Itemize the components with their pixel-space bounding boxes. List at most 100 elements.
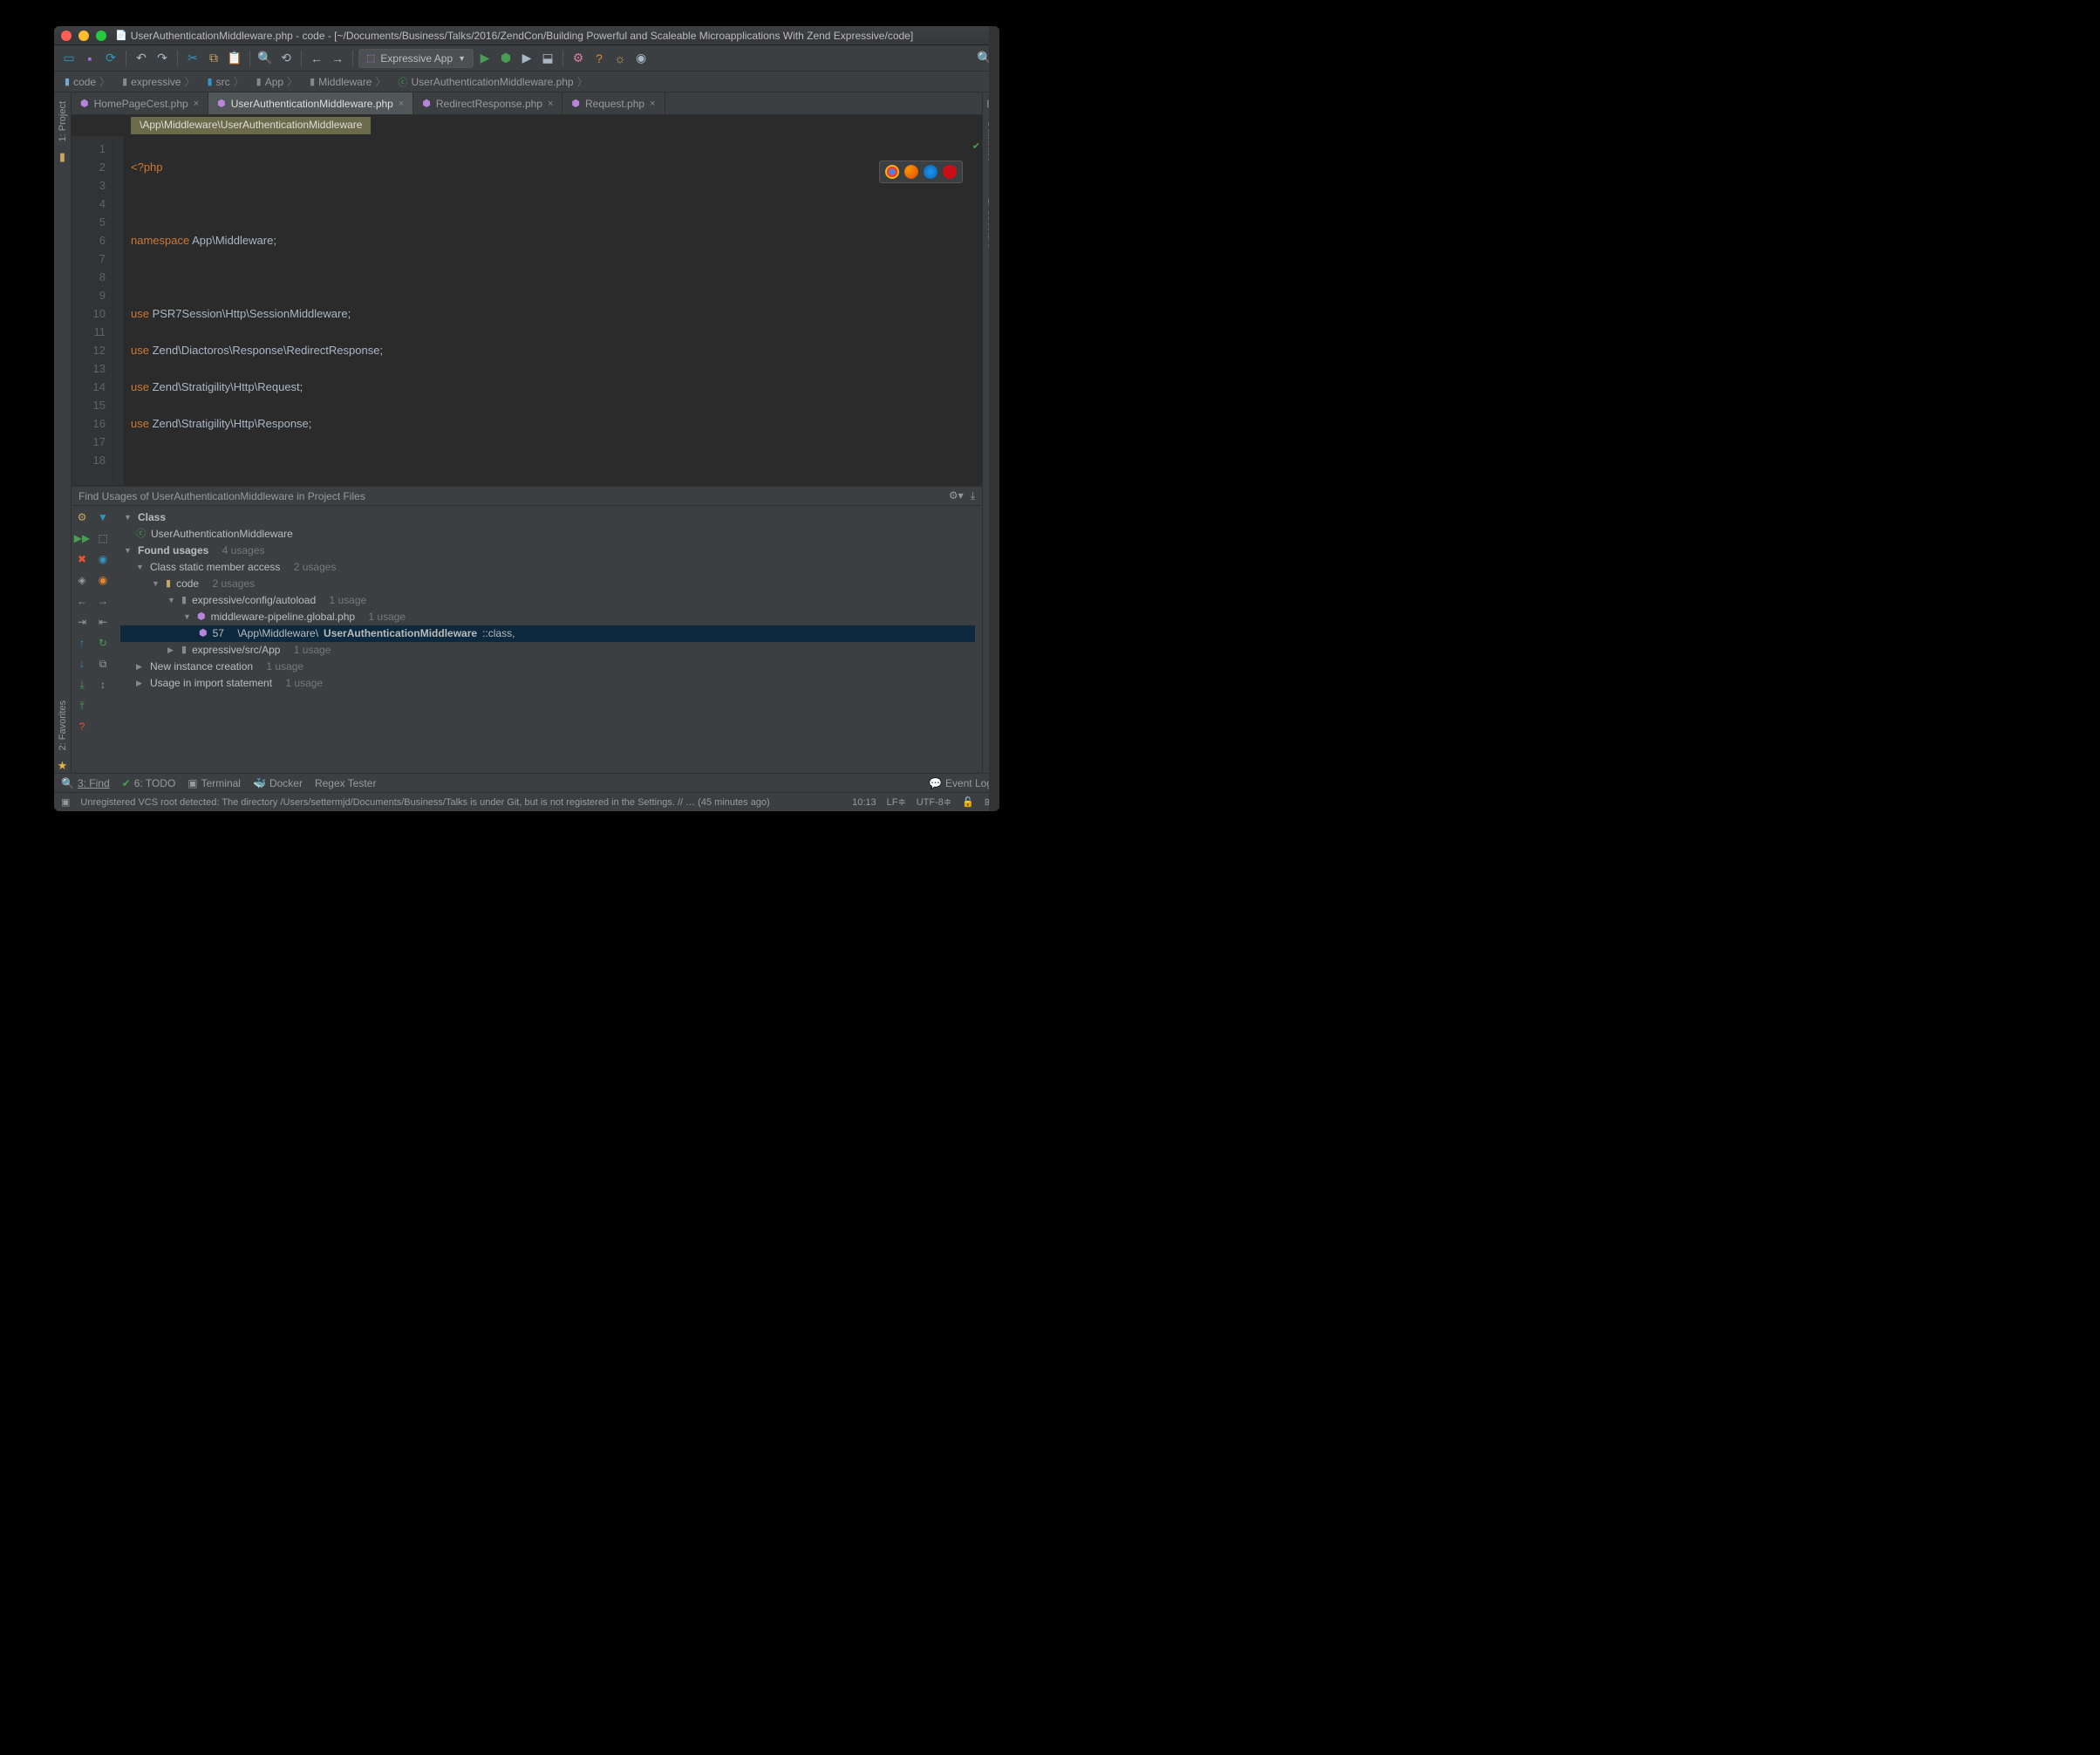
remove-icon[interactable]: ? <box>74 719 90 734</box>
stop-icon[interactable]: ⬓ <box>538 49 557 68</box>
search-everywhere-icon[interactable]: ◉ <box>631 49 651 68</box>
caret-position[interactable]: 10:13 <box>852 797 876 808</box>
next-icon[interactable]: → <box>95 593 111 609</box>
help-icon[interactable]: ? <box>590 49 609 68</box>
tree-usage-line[interactable]: ⬢57 \App\Middleware\UserAuthenticationMi… <box>120 625 975 642</box>
close-icon[interactable]: × <box>548 99 553 109</box>
group-icon[interactable]: ⬚ <box>95 530 111 546</box>
breadcrumb-expressive[interactable]: ▮expressive〉 <box>117 72 200 91</box>
usages-tree[interactable]: ▼Class ⓒUserAuthenticationMiddleware ▼Fo… <box>113 506 982 773</box>
project-tab[interactable]: 1: Project <box>56 96 70 147</box>
readonly-icon[interactable]: 🔓 <box>962 796 974 808</box>
sync-icon[interactable]: ⟳ <box>101 49 120 68</box>
favorites-tab[interactable]: 2: Favorites <box>56 695 70 755</box>
save-icon[interactable]: ▪ <box>80 49 99 68</box>
breadcrumb-app[interactable]: ▮App〉 <box>251 72 303 91</box>
listen-icon[interactable]: ☼ <box>610 49 630 68</box>
rerun-icon[interactable]: ▶▶ <box>74 530 90 546</box>
eventlog-tab[interactable]: 💬Event Log <box>929 777 992 789</box>
collapse-icon[interactable]: ⇤ <box>95 614 111 630</box>
settings-icon[interactable]: ⚙ <box>74 509 90 525</box>
encoding[interactable]: UTF-8≑ <box>917 796 951 808</box>
gear-icon[interactable]: ⚙▾ <box>949 489 964 502</box>
tree-class[interactable]: ▼Class <box>120 509 975 526</box>
marker-bar[interactable] <box>989 26 999 811</box>
tab-homepage[interactable]: ⬢HomePageCest.php× <box>72 92 208 114</box>
terminal-tab[interactable]: ▣Terminal <box>188 777 241 789</box>
breadcrumb-file[interactable]: ⓒUserAuthenticationMiddleware.php〉 <box>393 72 593 91</box>
expand-icon[interactable]: ⇥ <box>74 614 90 630</box>
tree-imp[interactable]: ▶Usage in import statement 1 usage <box>120 675 975 692</box>
debug-icon[interactable]: ⬢ <box>496 49 515 68</box>
docker-tab[interactable]: 🐳Docker <box>253 777 303 789</box>
coverage-icon[interactable]: ▶ <box>517 49 536 68</box>
module-icon[interactable]: ◉ <box>95 572 111 588</box>
tree-classname[interactable]: ⓒUserAuthenticationMiddleware <box>120 526 975 543</box>
minimize-window-button[interactable] <box>78 31 89 41</box>
undo-icon[interactable]: ↶ <box>132 49 151 68</box>
breadcrumb-src[interactable]: ▮src〉 <box>202 72 249 91</box>
code-editor[interactable]: <?php namespace App\Middleware; use PSR7… <box>124 136 982 485</box>
find-icon[interactable]: 🔍 <box>256 49 275 68</box>
pin-icon[interactable]: ◈ <box>74 572 90 588</box>
sort-icon[interactable]: ↕ <box>95 677 111 693</box>
breadcrumb-code[interactable]: ▮code〉 <box>59 72 115 91</box>
close-icon[interactable]: × <box>399 99 404 109</box>
stop-icon[interactable]: ✖ <box>74 551 90 567</box>
copy-icon[interactable]: ⧉ <box>204 49 223 68</box>
breadcrumb-middleware[interactable]: ▮Middleware〉 <box>304 72 391 91</box>
filter-icon[interactable]: ▼ <box>95 509 111 525</box>
chrome-icon[interactable] <box>885 165 899 179</box>
close-window-button[interactable] <box>61 31 72 41</box>
structure-crumb[interactable]: \App\Middleware\UserAuthenticationMiddle… <box>131 117 371 134</box>
run-config-label: Expressive App <box>380 52 453 65</box>
fold-column[interactable] <box>113 136 124 485</box>
up-icon[interactable]: ↑ <box>74 635 90 651</box>
run-icon[interactable]: ▶ <box>475 49 494 68</box>
settings-icon[interactable]: ⚙ <box>569 49 588 68</box>
redo-icon[interactable]: ↷ <box>153 49 172 68</box>
tree-path1[interactable]: ▼▮expressive/config/autoload 1 usage <box>120 592 975 609</box>
plugin-icon: ⬚ <box>366 52 375 64</box>
scope-icon[interactable]: ◉ <box>95 551 111 567</box>
line-separator[interactable]: LF≑ <box>887 796 906 808</box>
find-header: Find Usages of UserAuthenticationMiddlew… <box>72 487 982 506</box>
tree-code[interactable]: ▼▮code 2 usages <box>120 576 975 592</box>
close-icon[interactable]: × <box>650 99 655 109</box>
paste-icon[interactable]: 📋 <box>225 49 244 68</box>
export-icon[interactable]: ⤓ <box>971 489 975 502</box>
todo-tab[interactable]: ✔6: TODO <box>122 777 176 789</box>
autoscroll-icon[interactable]: ↻ <box>95 635 111 651</box>
tree-file1[interactable]: ▼⬢middleware-pipeline.global.php 1 usage <box>120 609 975 625</box>
tree-path2[interactable]: ▶▮expressive/src/App 1 usage <box>120 642 975 659</box>
forward-icon[interactable]: → <box>328 49 347 68</box>
tree-nic[interactable]: ▶New instance creation 1 usage <box>120 659 975 675</box>
inspection-ok-icon: ✔ <box>972 138 980 156</box>
export-icon[interactable]: ⤓ <box>74 677 90 693</box>
replace-icon[interactable]: ⟲ <box>276 49 296 68</box>
zoom-window-button[interactable] <box>96 31 106 41</box>
firefox-icon[interactable] <box>904 165 918 179</box>
tab-redirect[interactable]: ⬢RedirectResponse.php× <box>413 92 562 114</box>
down-icon[interactable]: ↓ <box>74 656 90 672</box>
prev-icon[interactable]: ← <box>74 593 90 609</box>
close-icon[interactable]: × <box>194 99 199 109</box>
tab-userauth[interactable]: ⬢UserAuthenticationMiddleware.php× <box>208 92 413 114</box>
cut-icon[interactable]: ✂ <box>183 49 202 68</box>
open-icon[interactable]: ▭ <box>59 49 78 68</box>
regex-tab[interactable]: Regex Tester <box>315 777 376 789</box>
structure-crumb-wrap: \App\Middleware\UserAuthenticationMiddle… <box>72 115 982 136</box>
back-icon[interactable]: ← <box>307 49 326 68</box>
run-config-dropdown[interactable]: ⬚ Expressive App ▼ <box>358 49 474 68</box>
find-tab[interactable]: 🔍3: Find <box>61 777 110 789</box>
statusbar-icon[interactable]: ▣ <box>61 796 70 808</box>
import-icon[interactable]: ⤒ <box>74 698 90 714</box>
opera-icon[interactable] <box>943 165 957 179</box>
tab-request[interactable]: ⬢Request.php× <box>562 92 665 114</box>
tree-csma[interactable]: ▼Class static member access 2 usages <box>120 559 975 576</box>
safari-icon[interactable] <box>924 165 938 179</box>
tree-found[interactable]: ▼Found usages 4 usages <box>120 543 975 559</box>
window-controls <box>61 31 106 41</box>
preview-icon[interactable]: ⧉ <box>95 656 111 672</box>
title-file-icon: 📄 <box>115 30 127 41</box>
